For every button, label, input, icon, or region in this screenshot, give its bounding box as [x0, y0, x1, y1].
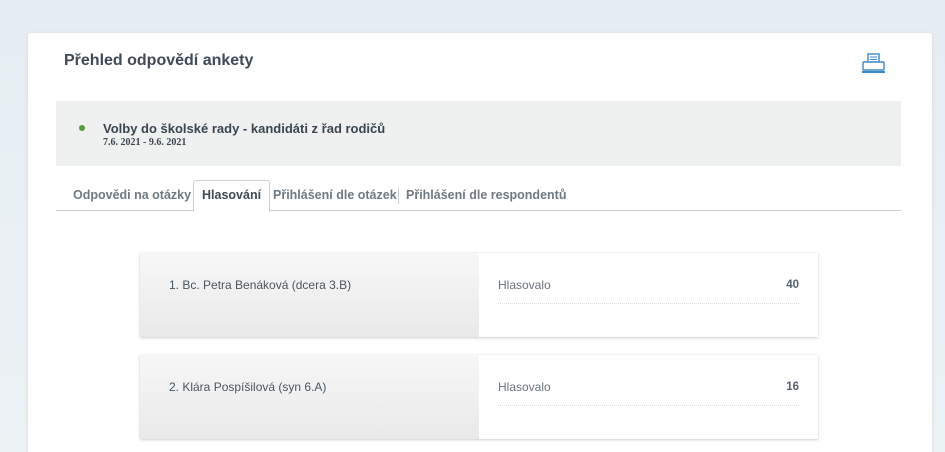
poll-title: Volby do školské rady - kandidáti z řad …	[103, 121, 386, 136]
tab-separator	[398, 188, 399, 204]
tab-voting[interactable]: Hlasování	[193, 180, 271, 212]
votes-count: 16	[786, 381, 799, 393]
candidate-cell	[140, 253, 479, 337]
survey-card: Přehled odpovědí ankety Volby do školské…	[28, 33, 932, 452]
poll-dates: 7.6. 2021 - 9.6. 2021	[103, 137, 187, 148]
tab-answers[interactable]: Odpovědi na otázky	[73, 180, 191, 211]
page-title: Přehled odpovědí ankety	[64, 52, 254, 69]
result-row: 1. Bc. Petra Benáková (dcera 3.B) Hlasov…	[140, 253, 818, 337]
votes-label: Hlasovalo	[498, 278, 551, 292]
tab-login-by-respondents[interactable]: Přihlášení dle respondentů	[406, 180, 566, 211]
poll-status-dot	[79, 125, 85, 131]
tab-login-by-questions[interactable]: Přihlášení dle otázek	[273, 180, 397, 211]
poll-header: Volby do školské rady - kandidáti z řad …	[56, 101, 901, 166]
print-button[interactable]	[860, 51, 888, 75]
candidate-name: 2. Klára Pospíšilová (syn 6.A)	[169, 380, 327, 394]
tab-bar: Odpovědi na otázky Hlasování Přihlášení …	[56, 180, 901, 212]
divider	[498, 303, 799, 304]
printer-icon	[862, 53, 885, 73]
votes-count: 40	[786, 279, 799, 291]
candidate-name: 1. Bc. Petra Benáková (dcera 3.B)	[169, 278, 352, 292]
result-row: 2. Klára Pospíšilová (syn 6.A) Hlasovalo…	[140, 355, 818, 439]
candidate-cell	[140, 355, 479, 439]
divider	[498, 405, 799, 406]
votes-label: Hlasovalo	[498, 380, 551, 394]
